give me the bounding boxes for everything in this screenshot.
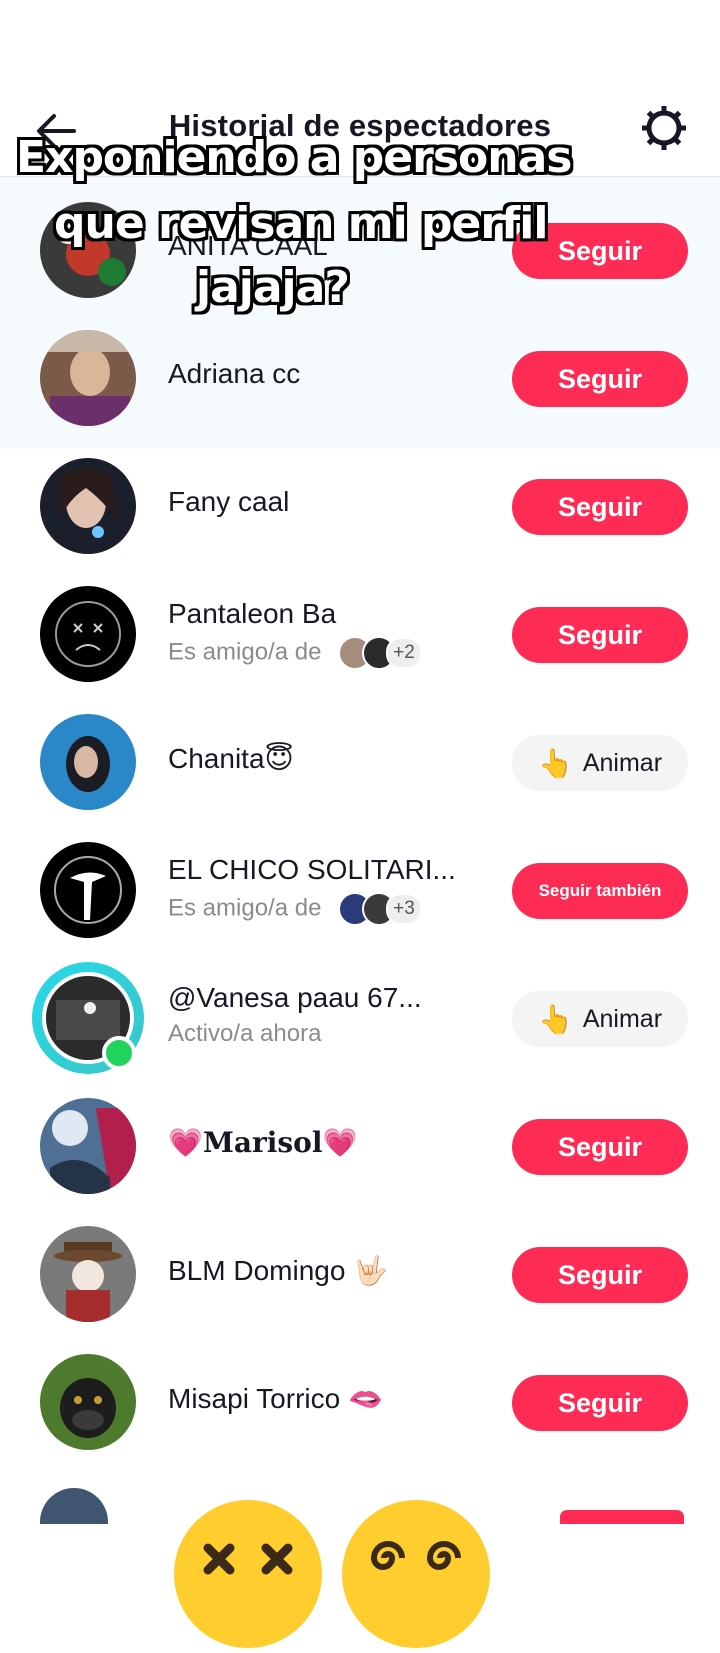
avatar[interactable]: [40, 1226, 136, 1322]
viewer-name[interactable]: Fany caal: [168, 486, 289, 518]
list-item[interactable]: 💗𝐌𝐚𝐫𝐢𝐬𝐨𝐥💗 Seguir: [0, 1082, 720, 1210]
cheer-button[interactable]: 👆 Animar: [512, 735, 688, 791]
avatar[interactable]: [40, 1354, 136, 1450]
follow-button[interactable]: [560, 1510, 684, 1524]
viewer-name[interactable]: 💗𝐌𝐚𝐫𝐢𝐬𝐨𝐥💗: [168, 1126, 357, 1159]
avatar[interactable]: [40, 714, 136, 810]
viewer-name[interactable]: EL CHICO SOLITARI...: [168, 854, 456, 886]
follow-button[interactable]: Seguir: [512, 1247, 688, 1303]
mutual-friends: Es amigo/a de +3: [168, 892, 422, 926]
avatar[interactable]: [40, 1488, 108, 1524]
list-item[interactable]: @Vanesa paau 67... Activo/a ahora 👆 Anima…: [0, 954, 720, 1082]
overlay-caption-line: jajaja?: [196, 262, 350, 313]
online-status-dot: [102, 1036, 136, 1070]
avatar[interactable]: [40, 330, 136, 426]
viewer-name[interactable]: Adriana cc: [168, 358, 300, 390]
mutual-friends: Es amigo/a de +2: [168, 636, 422, 670]
avatar[interactable]: [40, 586, 136, 682]
viewer-name[interactable]: Misapi Torrico 🫦: [168, 1382, 383, 1415]
list-item[interactable]: Misapi Torrico 🫦 Seguir: [0, 1338, 720, 1466]
viewer-name[interactable]: Pantaleon Ba: [168, 598, 336, 630]
mutual-label: Es amigo/a de: [168, 638, 322, 666]
cheer-label: Animar: [582, 1004, 663, 1033]
avatar[interactable]: [40, 458, 136, 554]
pointing-hand-icon: 👆: [537, 747, 573, 779]
activity-status: Activo/a ahora: [168, 1020, 322, 1047]
face-with-spiral-eyes-emoji: [342, 1500, 490, 1648]
dizzy-face-emoji: [174, 1500, 322, 1648]
avatar[interactable]: [40, 1098, 136, 1194]
follow-button[interactable]: Seguir: [512, 479, 688, 535]
cheer-label: Animar: [582, 748, 663, 777]
pointing-hand-icon: 👆: [537, 1003, 573, 1035]
list-item[interactable]: Fany caal Seguir: [0, 442, 720, 570]
overlay-caption-line: que revisan mi perfil: [54, 198, 548, 249]
follow-button[interactable]: Seguir: [512, 607, 688, 663]
follow-button[interactable]: Seguir: [512, 351, 688, 407]
viewer-name[interactable]: @Vanesa paau 67...: [168, 982, 422, 1014]
list-item[interactable]: EL CHICO SOLITARI... Es amigo/a de +3 Se…: [0, 826, 720, 954]
follow-back-button[interactable]: Seguir también: [512, 863, 688, 919]
viewer-name[interactable]: Chanita😇: [168, 742, 294, 775]
mutual-count: +2: [386, 637, 422, 669]
overlay-caption-line: Exponiendo a personas: [16, 132, 572, 183]
follow-button[interactable]: Seguir: [512, 1375, 688, 1431]
list-item[interactable]: Adriana cc Seguir: [0, 314, 720, 442]
list-item[interactable]: Chanita😇 👆 Animar: [0, 698, 720, 826]
settings-button[interactable]: [636, 100, 692, 156]
viewer-name[interactable]: BLM Domingo 🤟🏻: [168, 1254, 388, 1287]
list-item[interactable]: BLM Domingo 🤟🏻 Seguir: [0, 1210, 720, 1338]
mutual-count: +3: [386, 893, 422, 925]
mutual-label: Es amigo/a de: [168, 894, 322, 922]
cheer-button[interactable]: 👆 Animar: [512, 991, 688, 1047]
gear-icon: [642, 106, 686, 150]
avatar[interactable]: [40, 842, 136, 938]
follow-button[interactable]: Seguir: [512, 1119, 688, 1175]
list-item[interactable]: Pantaleon Ba Es amigo/a de +2 Seguir: [0, 570, 720, 698]
